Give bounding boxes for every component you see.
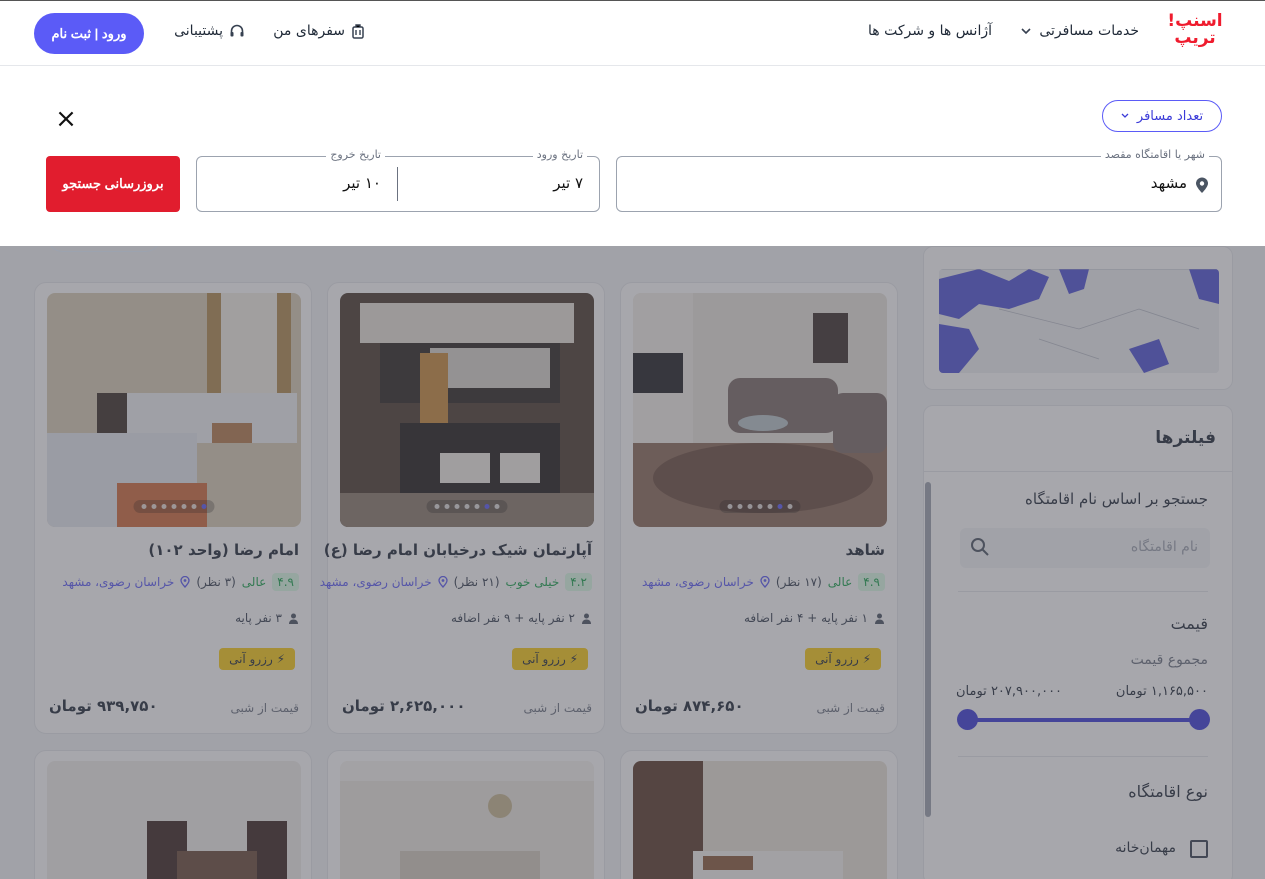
nav-agencies-label: آژانس ها و شرکت ها	[867, 23, 992, 39]
nav-travel-services-label: خدمات مسافرتی	[1039, 23, 1139, 39]
checkin-legend: تاریخ ورود	[532, 148, 587, 161]
nav-travel-services[interactable]: خدمات مسافرتی	[1019, 23, 1139, 39]
login-register-button[interactable]: ورود | ثبت نام	[34, 13, 144, 54]
headset-icon	[230, 24, 244, 37]
luggage-icon	[352, 24, 364, 39]
destination-value: مشهد	[1150, 174, 1187, 192]
destination-field[interactable]: شهر یا اقامتگاه مقصد مشهد	[616, 148, 1222, 212]
checkout-value[interactable]: ۱۰ تیر	[343, 174, 381, 192]
close-icon[interactable]: ×	[54, 106, 78, 132]
caret-down-icon	[1121, 113, 1129, 118]
checkout-legend: تاریخ خروج	[326, 148, 385, 161]
date-range-field[interactable]: تاریخ ورود تاریخ خروج ۷ تیر ۱۰ تیر	[196, 148, 600, 212]
nav-support-label: پشتیبانی	[174, 23, 223, 39]
search-edit-panel: تعداد مسافر × شهر یا اقامتگاه مقصد مشهد …	[0, 66, 1265, 246]
brand-logo[interactable]: اسنپ! تریپ	[1165, 13, 1225, 53]
top-header: اسنپ! تریپ خدمات مسافرتی آژانس ها و شرکت…	[0, 0, 1265, 66]
destination-legend: شهر یا اقامتگاه مقصد	[1100, 148, 1209, 161]
modal-backdrop[interactable]	[0, 246, 1265, 879]
nav-my-trips-label: سفرهای من	[273, 23, 345, 39]
nav-agencies[interactable]: آژانس ها و شرکت ها	[868, 23, 992, 39]
location-pin-icon	[1196, 177, 1208, 193]
date-divider	[397, 167, 398, 201]
passenger-count-label: تعداد مسافر	[1136, 108, 1204, 124]
nav-support[interactable]: پشتیبانی	[174, 23, 245, 39]
update-search-button[interactable]: بروزرسانی جستجو	[46, 156, 180, 212]
checkin-value[interactable]: ۷ تیر	[553, 174, 583, 192]
chevron-down-icon	[1021, 28, 1031, 35]
nav-my-trips[interactable]: سفرهای من	[273, 23, 365, 39]
passenger-count-dropdown[interactable]: تعداد مسافر	[1102, 100, 1222, 132]
